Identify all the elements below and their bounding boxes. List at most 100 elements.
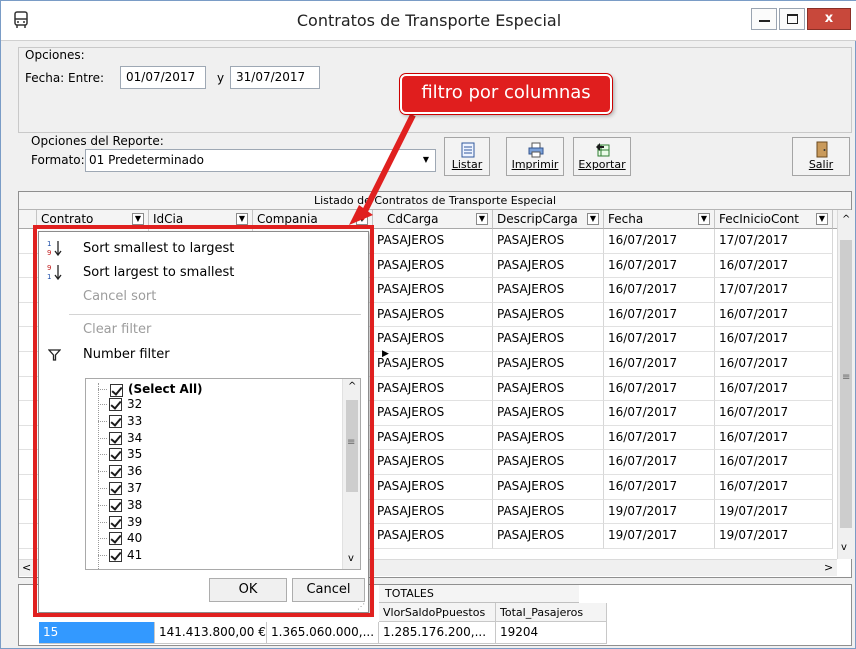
table-cell: PASAJEROS [493, 278, 604, 303]
table-cell: PASAJEROS [373, 450, 493, 475]
table-cell: PASAJEROS [373, 376, 493, 402]
options-group-label: Opciones: [25, 48, 85, 62]
table-cell: 16/07/2017 [604, 376, 715, 402]
report-options-label: Opciones del Reporte: [31, 134, 164, 148]
table-cell: PASAJEROS [373, 278, 493, 303]
table-cell: PASAJEROS [493, 376, 604, 402]
filter-dropdown-icon[interactable]: ▼ [132, 213, 144, 225]
table-cell: PASAJEROS [373, 352, 493, 377]
salir-button[interactable]: Salir [792, 137, 850, 176]
table-cell: PASAJEROS [373, 524, 493, 549]
listar-button[interactable]: Listar [444, 137, 490, 176]
list-icon [461, 142, 475, 158]
table-cell: 16/07/2017 [715, 425, 833, 451]
table-cell: 16/07/2017 [715, 352, 833, 377]
totals-header-pasajeros: Total_Pasajeros [496, 603, 607, 622]
filter-dropdown-icon[interactable]: ▼ [236, 213, 248, 225]
table-cell: 16/07/2017 [715, 376, 833, 402]
scroll-left-icon[interactable]: < [22, 561, 31, 574]
table-cell: PASAJEROS [373, 475, 493, 500]
filter-callout: filtro por columnas [400, 74, 612, 114]
title-bar: Contratos de Transporte Especial x [1, 1, 856, 41]
table-cell: 16/07/2017 [715, 253, 833, 279]
table-cell: PASAJEROS [373, 401, 493, 426]
header-fecinicio[interactable]: FecInicioCont ▼ [715, 210, 833, 229]
table-cell: PASAJEROS [373, 253, 493, 279]
totals-header-saldo: VlorSaldoPpuestos [379, 603, 496, 622]
table-cell: PASAJEROS [493, 352, 604, 377]
filter-dropdown-icon[interactable]: ▼ [698, 213, 710, 225]
scroll-thumb[interactable] [840, 240, 852, 528]
table-cell: 19/07/2017 [604, 499, 715, 525]
table-cell: 16/07/2017 [604, 425, 715, 451]
main-window: Contratos de Transporte Especial x Opcio… [0, 0, 856, 649]
scroll-grip-icon: ≡ [842, 372, 851, 383]
table-cell: 17/07/2017 [715, 229, 833, 254]
table-cell: 19/07/2017 [715, 524, 833, 549]
submenu-arrow-icon: ▶ [382, 349, 389, 359]
table-cell: 16/07/2017 [715, 450, 833, 475]
table-cell: PASAJEROS [493, 524, 604, 549]
table-cell: 16/07/2017 [604, 253, 715, 279]
printer-icon [528, 142, 544, 158]
imprimir-button[interactable]: Imprimir [506, 137, 564, 176]
scroll-right-icon[interactable]: > [824, 561, 833, 574]
scroll-up-icon[interactable]: ^ [842, 214, 850, 225]
totals-value-cell: 141.413.800,00 € [155, 622, 267, 644]
table-cell: 16/07/2017 [715, 327, 833, 352]
table-cell: PASAJEROS [493, 229, 604, 254]
callout-arrow-icon [349, 113, 416, 225]
table-cell: PASAJEROS [493, 450, 604, 475]
maximize-button[interactable] [779, 8, 805, 30]
table-cell: 16/07/2017 [604, 352, 715, 377]
minimize-button[interactable] [751, 8, 777, 30]
table-cell: PASAJEROS [493, 327, 604, 352]
table-cell: PASAJEROS [493, 253, 604, 279]
table-cell: 16/07/2017 [604, 475, 715, 500]
date-from-field[interactable]: 01/07/2017 [120, 66, 206, 89]
header-fecha[interactable]: Fecha ▼ [604, 210, 715, 229]
filter-dropdown-icon[interactable]: ▼ [816, 213, 828, 225]
table-cell: 16/07/2017 [604, 327, 715, 352]
table-cell: PASAJEROS [493, 425, 604, 451]
table-cell: PASAJEROS [493, 475, 604, 500]
totals-value-cell: 19204 [496, 622, 607, 644]
format-label: Formato: [31, 153, 85, 167]
table-cell: 19/07/2017 [604, 524, 715, 549]
table-cell: 16/07/2017 [604, 450, 715, 475]
table-cell: PASAJEROS [373, 425, 493, 451]
totals-value-cell: 1.365.060.000,... [267, 622, 379, 644]
table-cell: 19/07/2017 [715, 499, 833, 525]
maximize-icon [787, 14, 798, 24]
date-to-field[interactable]: 31/07/2017 [230, 66, 320, 89]
grid-title: Listado de Contratos de Transporte Espec… [19, 192, 851, 210]
date-range-label: Fecha: Entre: [25, 71, 105, 85]
table-cell: PASAJEROS [373, 302, 493, 328]
window-title: Contratos de Transporte Especial [296, 11, 562, 30]
exportar-label: Exportar [578, 158, 626, 171]
salir-label: Salir [808, 158, 834, 171]
vertical-scrollbar[interactable]: ^ ≡ v [837, 210, 853, 559]
minimize-icon [759, 20, 770, 22]
filter-dropdown-icon[interactable]: ▼ [476, 213, 488, 225]
table-cell: PASAJEROS [373, 499, 493, 525]
totals-count-cell[interactable]: 15 [39, 622, 155, 644]
header-descripcarga[interactable]: DescripCarga ▼ [493, 210, 604, 229]
table-cell: 16/07/2017 [604, 302, 715, 328]
table-cell: 16/07/2017 [604, 229, 715, 254]
filter-dropdown-icon[interactable]: ▼ [587, 213, 599, 225]
imprimir-label: Imprimir [511, 158, 559, 171]
exit-door-icon [816, 141, 828, 158]
highlight-frame [33, 225, 374, 617]
table-cell: PASAJEROS [373, 327, 493, 352]
listar-label: Listar [451, 158, 483, 171]
format-select-value: 01 Predeterminado [89, 153, 204, 167]
export-icon [596, 143, 610, 157]
table-cell: PASAJEROS [493, 302, 604, 328]
exportar-button[interactable]: Exportar [573, 137, 631, 176]
table-cell: 16/07/2017 [604, 278, 715, 303]
close-button[interactable]: x [807, 8, 851, 30]
scroll-down-icon[interactable]: v [841, 542, 847, 553]
date-and-label: y [217, 71, 225, 85]
table-cell: 16/07/2017 [715, 401, 833, 426]
